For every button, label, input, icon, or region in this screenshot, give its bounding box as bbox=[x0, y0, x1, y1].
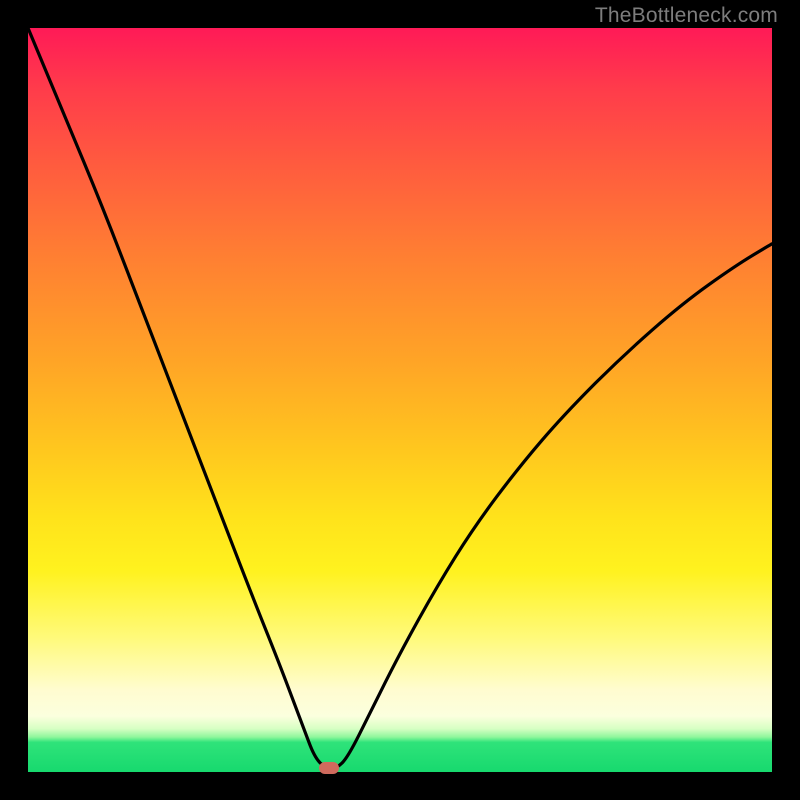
watermark-text: TheBottleneck.com bbox=[595, 4, 778, 28]
plot-area bbox=[28, 28, 772, 772]
chart-frame: TheBottleneck.com bbox=[0, 0, 800, 800]
curve-path bbox=[28, 28, 772, 768]
optimal-marker bbox=[319, 762, 339, 774]
bottleneck-curve bbox=[28, 28, 772, 772]
